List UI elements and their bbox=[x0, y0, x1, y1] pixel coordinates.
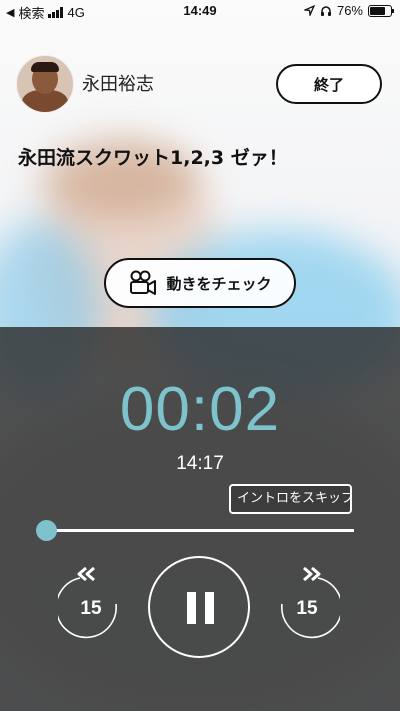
skip-intro-button[interactable]: イントロをスキップ bbox=[229, 484, 352, 514]
check-motion-label: 動きをチェック bbox=[166, 274, 272, 293]
progress-thumb[interactable] bbox=[36, 520, 57, 541]
pause-button[interactable] bbox=[148, 556, 250, 658]
status-right: 76% bbox=[303, 3, 394, 18]
rewind-seconds: 15 bbox=[80, 598, 102, 619]
remaining-time: 14:17 bbox=[176, 453, 224, 474]
battery-percent: 76% bbox=[336, 3, 363, 18]
rewind-15-button[interactable]: 15 bbox=[58, 564, 124, 640]
pause-icon bbox=[205, 592, 214, 624]
battery-icon bbox=[368, 4, 394, 17]
pause-icon bbox=[187, 592, 196, 624]
check-motion-button[interactable]: 動きをチェック bbox=[104, 258, 296, 308]
workout-player-screen: ◀ 検索 4G 14:49 76% 永田裕志 終了 永田流スクワット1,2,3 … bbox=[0, 0, 400, 711]
coach-avatar bbox=[16, 55, 74, 113]
video-camera-icon bbox=[130, 270, 157, 295]
workout-title: 永田流スクワット1,2,3 ゼァ！ bbox=[18, 147, 288, 169]
forward-seconds: 15 bbox=[296, 598, 318, 619]
status-bar: ◀ 検索 4G 14:49 76% bbox=[0, 0, 400, 22]
end-button[interactable]: 終了 bbox=[276, 64, 382, 104]
elapsed-timer: 00:02 bbox=[119, 375, 281, 444]
forward-15-button[interactable]: 15 bbox=[274, 564, 340, 640]
progress-track[interactable] bbox=[46, 529, 354, 532]
coach-name: 永田裕志 bbox=[82, 74, 154, 95]
headphones-icon bbox=[320, 5, 331, 16]
location-arrow-icon bbox=[303, 5, 315, 16]
